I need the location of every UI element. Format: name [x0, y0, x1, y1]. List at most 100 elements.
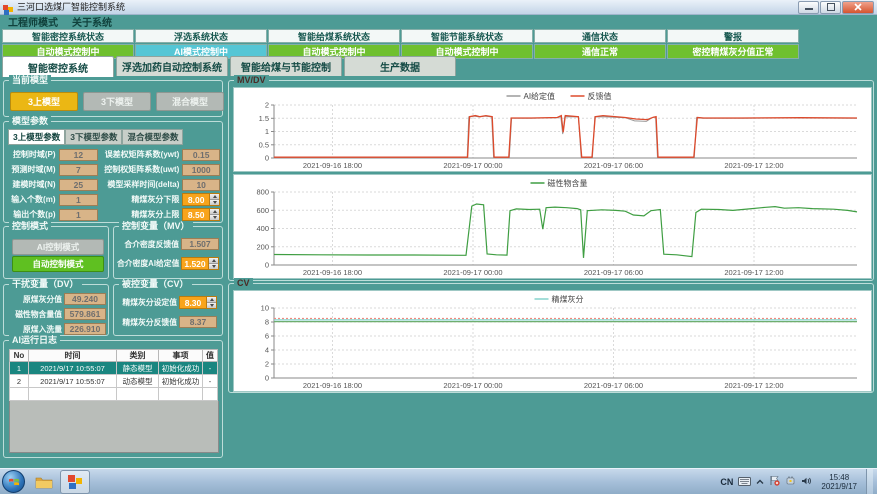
- field-label: 模型采样时间(delta): [102, 179, 179, 190]
- field-label: 精煤灰分上限: [102, 209, 179, 220]
- ai-control-mode-button[interactable]: AI控制模式: [12, 239, 104, 255]
- volume-icon[interactable]: [801, 473, 812, 491]
- group-cv-trends: CV 02468102021-09-16 18:002021-09-17 00:…: [228, 283, 874, 393]
- group-ai-log: AI运行日志 No 时间 类别 事项 值 12021/9/17 10:55:07…: [3, 340, 223, 458]
- window-title: 三河口选煤厂智能控制系统: [17, 2, 125, 12]
- clock-date: 2021/9/17: [821, 482, 857, 491]
- group-dv: 干扰变量（DV） 原煤灰分值 49.240 磁性物含量值 579.861 原煤入…: [3, 284, 109, 336]
- system-status-grid: 智能密控系统状态 自动模式控制中 浮选系统状态 AI模式控制中 智能给煤系统状态…: [2, 29, 799, 59]
- svg-text:2021-09-17 00:00: 2021-09-17 00:00: [443, 161, 502, 170]
- show-desktop-button[interactable]: [866, 469, 873, 494]
- tab-flotation-dosing[interactable]: 浮选加药自动控制系统: [116, 56, 228, 76]
- field-label: 合介密度反馈值: [117, 239, 179, 250]
- group-title: 控制模式: [9, 221, 51, 232]
- svg-text:0: 0: [265, 154, 269, 163]
- action-center-flag-icon[interactable]: [769, 473, 780, 491]
- group-cv: 被控变量（CV） 精煤灰分设定值 8.30 精煤灰分反馈值 8.37: [113, 284, 223, 336]
- spinner-buttons[interactable]: [206, 297, 216, 308]
- field-label: 输入个数(m): [8, 194, 56, 205]
- ash-lower-limit-stepper[interactable]: 8.00: [182, 193, 220, 206]
- magnetic-content-trend-chart: 02004006008002021-09-16 18:002021-09-17 …: [233, 174, 872, 279]
- model-button-mixed[interactable]: 混合模型: [156, 92, 224, 111]
- status-col-comm: 通信状态 通信正常: [534, 29, 666, 59]
- log-row-2[interactable]: 22021/9/17 10:55:07 动态模型初始化成功 -: [10, 375, 218, 388]
- log-col-event: 事项: [159, 350, 203, 362]
- log-col-time: 时间: [29, 350, 117, 362]
- group-title: AI运行日志: [9, 335, 60, 346]
- control-app-taskbar-button[interactable]: [60, 470, 90, 494]
- spinner-buttons[interactable]: [209, 194, 219, 205]
- explorer-taskbar-button[interactable]: [29, 470, 59, 494]
- param-tab-bar: 3上模型参数 3下模型参数 混合模型参数: [8, 129, 183, 145]
- taskbar-clock[interactable]: 15:48 2021/9/17: [817, 473, 861, 491]
- raw-coal-ash-field: 49.240: [64, 293, 106, 305]
- field-label: 原煤灰分值: [6, 294, 62, 305]
- spinner-buttons[interactable]: [209, 209, 219, 220]
- tab-micontrol-system[interactable]: 智能密控系统: [2, 56, 114, 77]
- tab-coalfeed-energy[interactable]: 智能给煤与节能控制: [230, 56, 342, 76]
- raw-coal-feed-field: 226.910: [64, 323, 106, 335]
- output-count-field: 1: [59, 209, 99, 221]
- ash-setpoint-stepper[interactable]: 8.30: [179, 296, 217, 309]
- start-button[interactable]: [2, 470, 25, 493]
- svg-text:2021-09-16 18:00: 2021-09-16 18:00: [303, 161, 362, 170]
- ash-feedback-field: 8.37: [179, 316, 217, 328]
- log-table-empty-area: [9, 401, 219, 453]
- svg-text:2021-09-17 00:00: 2021-09-17 00:00: [443, 381, 502, 390]
- status-header: 警报: [667, 29, 799, 43]
- svg-text:2021-09-17 12:00: 2021-09-17 12:00: [724, 381, 783, 390]
- status-value: 密控精煤灰分值正常: [667, 44, 799, 59]
- svg-text:2021-09-17 06:00: 2021-09-17 06:00: [584, 161, 643, 170]
- magnetic-content-field: 579.861: [64, 308, 106, 320]
- auto-control-mode-button[interactable]: 自动控制模式: [12, 256, 104, 272]
- menu-about-system[interactable]: 关于系统: [72, 14, 112, 29]
- log-col-no: No: [10, 350, 29, 362]
- field-label: 误差权矩阵系数(ywt): [102, 149, 179, 160]
- status-header: 智能给煤系统状态: [268, 29, 400, 43]
- keyboard-icon[interactable]: [738, 473, 751, 491]
- svg-text:2: 2: [265, 360, 269, 369]
- group-title: 当前模型: [9, 75, 51, 86]
- input-language-indicator[interactable]: CN: [720, 477, 733, 487]
- svg-text:1: 1: [265, 127, 269, 136]
- svg-text:2021-09-17 12:00: 2021-09-17 12:00: [724, 161, 783, 170]
- window-titlebar: 三河口选煤厂智能控制系统: [0, 0, 877, 15]
- minimize-button[interactable]: [798, 1, 819, 14]
- model-button-3down[interactable]: 3下模型: [83, 92, 151, 111]
- group-current-model: 当前模型 3上模型 3下模型 混合模型: [3, 80, 223, 117]
- maximize-button[interactable]: [820, 1, 841, 14]
- svg-text:800: 800: [256, 188, 269, 197]
- svg-text:反馈值: 反馈值: [588, 91, 612, 101]
- status-col-micontrol: 智能密控系统状态 自动模式控制中: [2, 29, 134, 59]
- param-tab-3down[interactable]: 3下模型参数: [65, 129, 122, 145]
- screen: 三河口选煤厂智能控制系统 工程师模式 关于系统 智能密控系统状态 自动模式控制中…: [0, 0, 877, 494]
- group-title: 被控变量（CV）: [119, 279, 192, 290]
- param-tab-3up[interactable]: 3上模型参数: [8, 129, 65, 145]
- status-header: 智能节能系统状态: [401, 29, 533, 43]
- group-mv-dv-trends: MV/DV 00.511.522021-09-16 18:002021-09-1…: [228, 80, 874, 281]
- app-icon: [3, 2, 13, 12]
- svg-text:AI给定值: AI给定值: [524, 91, 556, 101]
- close-button[interactable]: [842, 1, 874, 14]
- group-title: 控制变量（MV）: [119, 221, 193, 232]
- model-button-3up[interactable]: 3上模型: [10, 92, 78, 111]
- svg-text:2021-09-17 06:00: 2021-09-17 06:00: [584, 268, 643, 277]
- show-hidden-icons-icon[interactable]: [756, 473, 764, 491]
- ash-upper-limit-stepper[interactable]: 8.50: [182, 208, 220, 221]
- status-value: 通信正常: [534, 44, 666, 59]
- status-header: 浮选系统状态: [135, 29, 267, 43]
- safely-remove-icon[interactable]: [785, 473, 796, 491]
- group-title: 干扰变量（DV）: [9, 279, 82, 290]
- spinner-buttons[interactable]: [208, 258, 218, 269]
- status-col-flotation: 浮选系统状态 AI模式控制中: [135, 29, 267, 59]
- svg-text:200: 200: [256, 242, 269, 251]
- log-row-1[interactable]: 12021/9/17 10:55:07 静态模型初始化成功 -: [10, 362, 218, 375]
- tab-production-data[interactable]: 生产数据: [344, 56, 456, 76]
- svg-text:4: 4: [265, 346, 269, 355]
- status-header: 智能密控系统状态: [2, 29, 134, 43]
- density-ai-setpoint-stepper[interactable]: 1.520: [181, 257, 219, 270]
- log-col-value: 值: [203, 350, 218, 362]
- menu-engineer-mode[interactable]: 工程师模式: [8, 14, 58, 29]
- svg-text:600: 600: [256, 206, 269, 215]
- param-tab-mixed[interactable]: 混合模型参数: [122, 129, 183, 145]
